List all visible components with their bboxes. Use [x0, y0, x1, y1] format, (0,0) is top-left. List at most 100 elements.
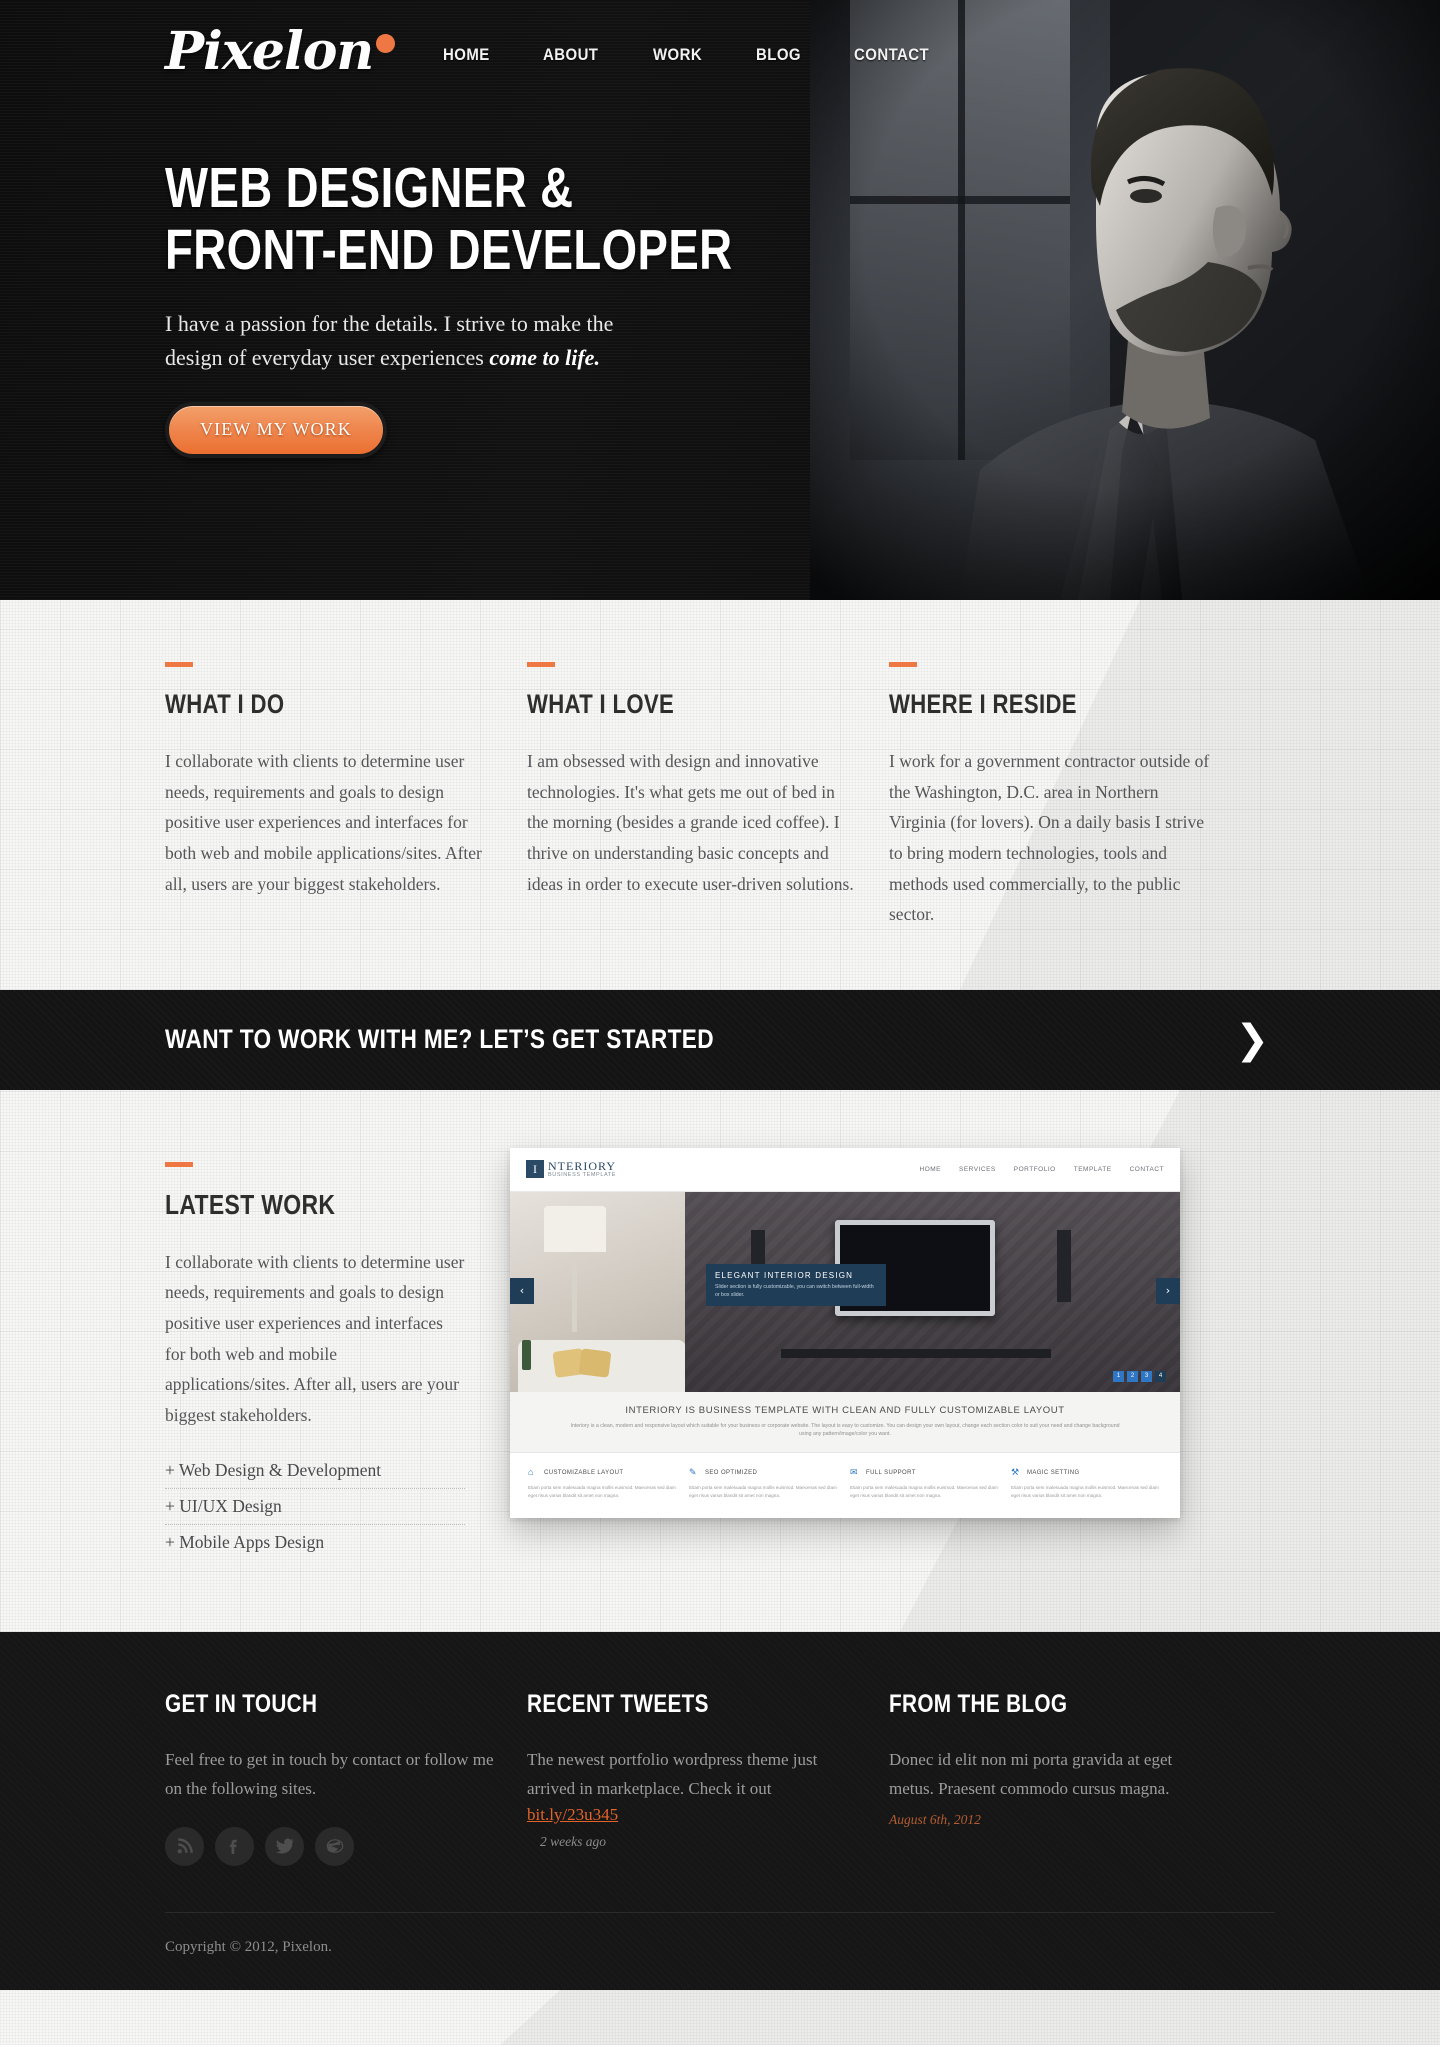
portfolio-preview[interactable]: I NTERIORY BUSINESS TEMPLATE HOME SERVIC…: [510, 1147, 1180, 1560]
preview-feature-1: ⌂ CUSTOMIZABLE LAYOUT Etiam porta sem ma…: [528, 1467, 679, 1499]
latest-work-row: LATEST WORK I collaborate with clients t…: [165, 1147, 1275, 1560]
header-bar: Pixelon HOME ABOUT WORK BLOG CONTACT: [165, 0, 1275, 78]
accent-tick-icon: [889, 662, 917, 667]
service-item-ui-ux[interactable]: + UI/UX Design: [165, 1489, 465, 1525]
preview-menu-template[interactable]: TEMPLATE: [1074, 1166, 1112, 1173]
services-list: + Web Design & Development + UI/UX Desig…: [165, 1453, 465, 1560]
footer-blog-date: August 6th, 2012: [889, 1811, 981, 1827]
accent-tick-icon: [165, 662, 193, 667]
preview-navbar: I NTERIORY BUSINESS TEMPLATE HOME SERVIC…: [510, 1147, 1180, 1192]
footer-column-from-the-blog: FROM THE BLOG Donec id elit non mi porta…: [889, 1690, 1219, 1866]
pager-dot-3[interactable]: 3: [1141, 1370, 1152, 1382]
about-body-2: I am obsessed with design and innovative…: [527, 751, 854, 894]
twitter-icon[interactable]: [265, 1826, 304, 1866]
preview-prev-arrow-icon[interactable]: ‹: [510, 1277, 534, 1304]
nav-item-blog[interactable]: BLOG: [756, 45, 801, 65]
home-icon: ⌂: [528, 1467, 534, 1478]
tools-icon: ⚒: [1011, 1467, 1020, 1478]
preview-logo-tagline: BUSINESS TEMPLATE: [548, 1171, 617, 1178]
speaker-decoration: [1057, 1229, 1071, 1302]
about-column-where-i-reside: WHERE I RESIDE I work for a government c…: [889, 662, 1219, 930]
accent-tick-icon: [527, 662, 555, 667]
dribbble-glyph: [326, 1839, 343, 1854]
preview-menu-services[interactable]: SERVICES: [959, 1166, 996, 1173]
facebook-glyph: [229, 1839, 237, 1854]
preview-menu-contact[interactable]: CONTACT: [1130, 1166, 1164, 1173]
hero-subtitle-emphasis: come to life.: [489, 344, 600, 370]
view-my-work-button[interactable]: VIEW MY WORK: [165, 401, 387, 458]
about-body-3: I work for a government contractor outsi…: [889, 751, 1210, 925]
about-column-what-i-love: WHAT I LOVE I am obsessed with design an…: [527, 662, 857, 930]
site-footer: GET IN TOUCH Feel free to get in touch b…: [0, 1631, 1440, 1990]
diagonal-shade-decoration: [0, 1990, 1440, 2045]
service-item-web-design[interactable]: + Web Design & Development: [165, 1453, 465, 1489]
preview-next-arrow-icon[interactable]: ›: [1156, 1277, 1180, 1304]
lamp-decoration: [544, 1205, 606, 1332]
footer-inner: GET IN TOUCH Feel free to get in touch b…: [165, 1690, 1275, 1990]
envelope-icon: ✉: [850, 1467, 858, 1478]
pillow-decoration: [578, 1348, 612, 1378]
page-root: Pixelon HOME ABOUT WORK BLOG CONTACT WEB…: [0, 0, 1440, 2045]
hero-title-line-2: FRONT-END DEVELOPER: [165, 217, 733, 282]
rss-icon[interactable]: [165, 1826, 204, 1866]
twitter-glyph: [275, 1839, 293, 1855]
footer-column-get-in-touch: GET IN TOUCH Feel free to get in touch b…: [165, 1690, 495, 1866]
footer-heading-get-in-touch: GET IN TOUCH: [165, 1689, 318, 1718]
preview-blurb-title: INTERIORY IS BUSINESS TEMPLATE WITH CLEA…: [625, 1404, 1065, 1416]
preview-menu-home[interactable]: HOME: [920, 1166, 942, 1173]
accent-tick-icon: [165, 1161, 193, 1167]
preview-feature-3: ✉ FULL SUPPORT Etiam porta sem malesuada…: [850, 1467, 1001, 1499]
tv-stand-decoration: [781, 1348, 1051, 1358]
latest-work-body: I collaborate with clients to determine …: [165, 1251, 465, 1425]
footer-touch-body: Feel free to get in touch by contact or …: [165, 1749, 494, 1798]
footer-columns: GET IN TOUCH Feel free to get in touch b…: [165, 1690, 1275, 1912]
preview-feature-desc-1: Etiam porta sem malesuada magna mollis e…: [528, 1485, 676, 1498]
service-item-mobile-apps[interactable]: + Mobile Apps Design: [165, 1525, 465, 1560]
pager-dot-1[interactable]: 1: [1113, 1370, 1124, 1382]
portfolio-screenshot[interactable]: I NTERIORY BUSINESS TEMPLATE HOME SERVIC…: [510, 1147, 1180, 1518]
preview-menu-portfolio[interactable]: PORTFOLIO: [1014, 1166, 1056, 1173]
hero-subtitle: I have a passion for the details. I stri…: [165, 307, 617, 374]
about-columns: WHAT I DO I collaborate with clients to …: [165, 662, 1275, 930]
preview-slide-pager: 1 2 3 4: [1113, 1370, 1166, 1382]
pencil-icon: ✎: [689, 1467, 697, 1478]
preview-blurb-desc: Interiory is a clean, modern and respons…: [570, 1422, 1120, 1438]
copyright-bar: Copyright © 2012, Pixelon.: [165, 1911, 1275, 1990]
social-links: [165, 1826, 495, 1866]
chevron-right-icon[interactable]: ❯: [1235, 1020, 1275, 1060]
footer-heading-from-the-blog: FROM THE BLOG: [889, 1689, 1068, 1718]
preview-feature-4: ⚒ MAGIC SETTING Etiam porta sem malesuad…: [1011, 1467, 1162, 1499]
preview-feature-desc-2: Etiam porta sem malesuada magna mollis e…: [689, 1485, 837, 1498]
site-logo[interactable]: Pixelon: [165, 26, 401, 78]
preview-logo-name: NTERIORY: [548, 1159, 616, 1174]
nav-item-contact[interactable]: CONTACT: [854, 45, 929, 65]
dribbble-icon[interactable]: [315, 1826, 354, 1866]
about-section: WHAT I DO I collaborate with clients to …: [0, 600, 1440, 990]
preview-feature-title-1: CUSTOMIZABLE LAYOUT: [544, 1469, 624, 1476]
cta-banner-text: WANT TO WORK WITH ME? LET’S GET STARTED: [165, 1024, 714, 1055]
pager-dot-4[interactable]: 4: [1155, 1370, 1166, 1382]
hero-section: Pixelon HOME ABOUT WORK BLOG CONTACT WEB…: [0, 0, 1440, 600]
facebook-icon[interactable]: [215, 1826, 254, 1866]
nav-item-home[interactable]: HOME: [443, 45, 490, 65]
about-heading-1: WHAT I DO: [165, 689, 285, 719]
footer-blog-body: Donec id elit non mi porta gravida at eg…: [889, 1749, 1173, 1798]
pager-dot-2[interactable]: 2: [1127, 1370, 1138, 1382]
nav-item-work[interactable]: WORK: [653, 45, 702, 65]
bottom-strip: [0, 1989, 1440, 2045]
footer-tweet-time: 2 weeks ago: [540, 1833, 606, 1849]
cta-banner[interactable]: WANT TO WORK WITH ME? LET’S GET STARTED …: [0, 989, 1440, 1090]
hero-content: WEB DESIGNER & FRONT-END DEVELOPER I hav…: [165, 78, 1275, 458]
preview-logo-initial: I: [526, 1160, 544, 1179]
footer-tweet-body: The newest portfolio wordpress theme jus…: [527, 1749, 818, 1798]
preview-feature-title-4: MAGIC SETTING: [1027, 1469, 1080, 1476]
bottle-decoration: [522, 1339, 531, 1370]
footer-tweet-link[interactable]: bit.ly/23u345: [527, 1805, 857, 1825]
preview-feature-2: ✎ SEO OPTIMIZED Etiam porta sem malesuad…: [689, 1467, 840, 1499]
preview-feature-desc-3: Etiam porta sem malesuada magna mollis e…: [850, 1485, 998, 1498]
preview-feature-title-2: SEO OPTIMIZED: [705, 1469, 758, 1476]
about-heading-2: WHAT I LOVE: [527, 689, 675, 719]
nav-item-about[interactable]: ABOUT: [543, 45, 598, 65]
preview-slide-desc: Slider section is fully customizable, yo…: [715, 1283, 874, 1298]
preview-feature-desc-4: Etiam porta sem malesuada magna mollis e…: [1011, 1485, 1159, 1498]
